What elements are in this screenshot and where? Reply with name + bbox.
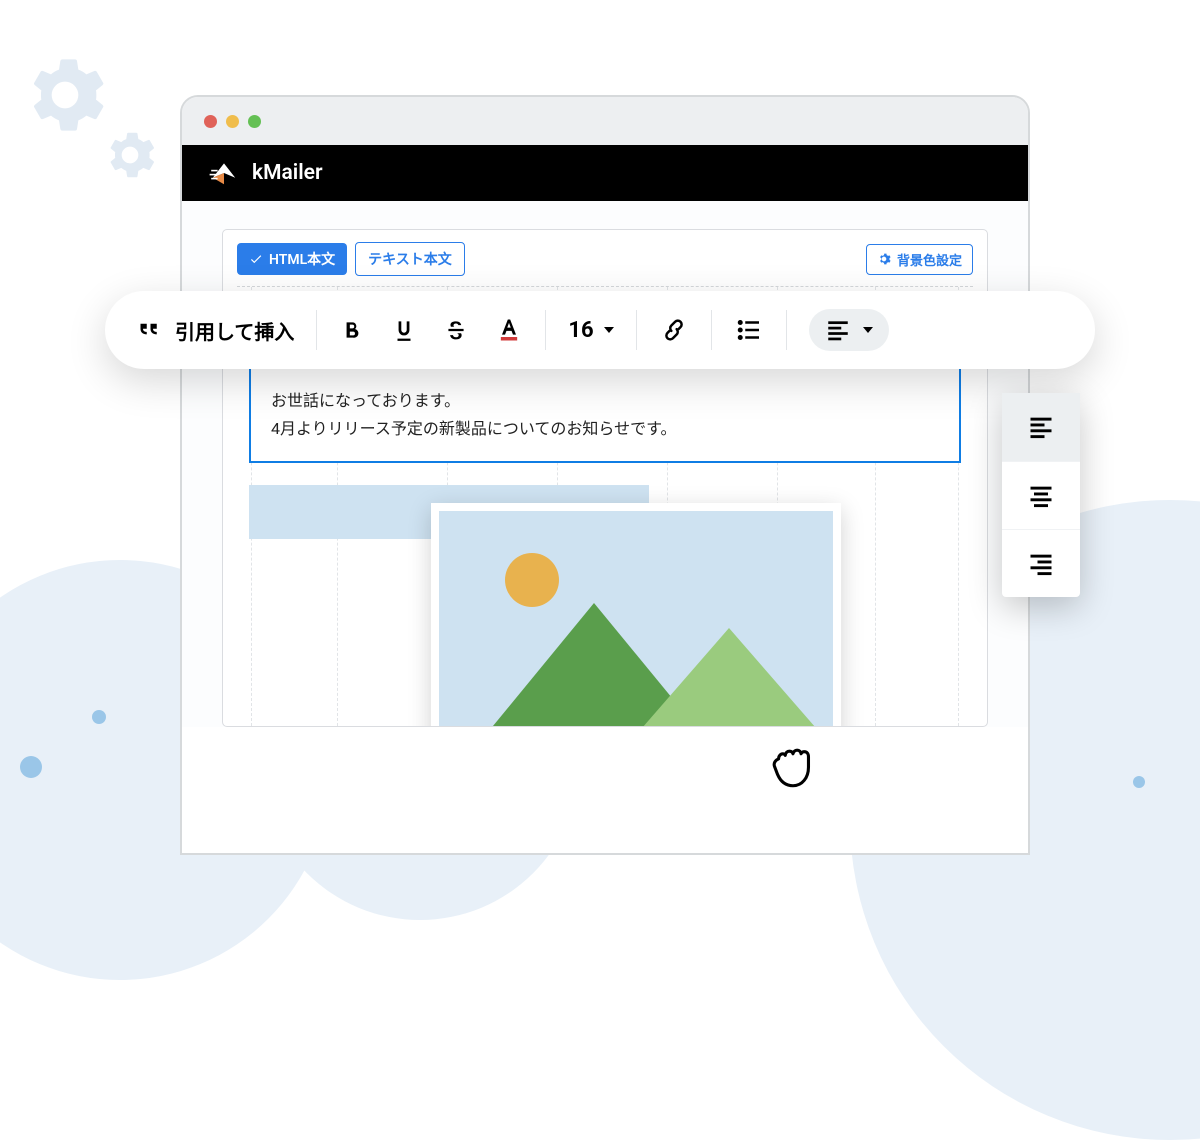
decorative-dot xyxy=(1133,776,1145,788)
body-type-tabs: HTML本文 テキスト本文 背景色設定 xyxy=(237,242,973,276)
quote-insert-button[interactable]: 引用して挿入 xyxy=(175,316,294,345)
gear-icon xyxy=(105,130,155,180)
formatting-toolbar: 引用して挿入 16 xyxy=(105,291,1095,369)
align-center-option[interactable] xyxy=(1002,461,1080,529)
align-left-option[interactable] xyxy=(1002,393,1080,461)
text-align-dropdown xyxy=(1002,393,1080,597)
align-right-option[interactable] xyxy=(1002,529,1080,597)
check-icon xyxy=(249,252,263,266)
tab-text-body[interactable]: テキスト本文 xyxy=(355,242,465,276)
mountains-icon xyxy=(439,603,833,726)
maximize-icon[interactable] xyxy=(248,115,261,128)
app-title: kMailer xyxy=(252,161,323,185)
gear-icon xyxy=(25,55,105,135)
gear-icon xyxy=(877,252,891,266)
grab-cursor-icon xyxy=(760,728,826,794)
bold-button[interactable] xyxy=(339,317,365,343)
editor-area: HTML本文 テキスト本文 背景色設定 xyxy=(182,201,1028,727)
body-line: お世話になっております。 xyxy=(271,387,939,415)
image-placeholder-card[interactable] xyxy=(431,503,841,726)
link-button[interactable] xyxy=(659,315,689,345)
window-titlebar xyxy=(182,97,1028,145)
close-icon[interactable] xyxy=(204,115,217,128)
tab-html-body[interactable]: HTML本文 xyxy=(237,243,347,275)
sun-icon xyxy=(505,553,559,607)
body-line: 4月よりリリース予定の新製品についてのお知らせです。 xyxy=(271,415,939,443)
align-right-icon xyxy=(1027,550,1055,578)
align-left-icon xyxy=(825,317,851,343)
align-left-icon xyxy=(1027,413,1055,441)
image-thumbnail xyxy=(439,511,833,726)
app-header: kMailer xyxy=(182,145,1028,201)
underline-button[interactable] xyxy=(391,317,417,343)
background-color-setting-button[interactable]: 背景色設定 xyxy=(866,244,973,275)
decorative-dot xyxy=(92,710,106,724)
align-center-icon xyxy=(1027,482,1055,510)
font-size-select[interactable]: 16 xyxy=(568,318,613,343)
quote-icon xyxy=(133,315,163,345)
strikethrough-button[interactable] xyxy=(443,317,469,343)
text-align-button[interactable] xyxy=(809,309,889,351)
chevron-down-icon xyxy=(604,327,614,333)
minimize-icon[interactable] xyxy=(226,115,239,128)
text-color-button[interactable] xyxy=(495,316,523,344)
decorative-dot xyxy=(20,756,42,778)
app-window: kMailer HTML本文 テキスト本文 背景色設定 xyxy=(180,95,1030,855)
bullet-list-button[interactable] xyxy=(734,315,764,345)
chevron-down-icon xyxy=(863,327,873,333)
app-logo-icon xyxy=(208,157,240,189)
